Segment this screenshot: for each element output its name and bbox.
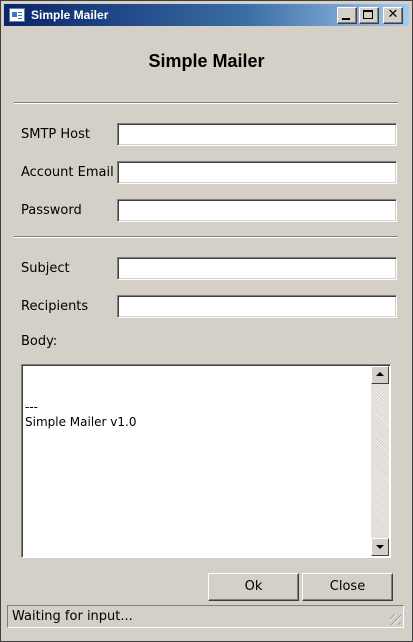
arrow-up-icon [376,372,384,376]
close-window-button[interactable]: ✕ [383,7,403,24]
scroll-up-button[interactable] [371,366,389,384]
window-title: Simple Mailer [31,8,109,22]
smtp-host-input[interactable] [117,123,397,146]
body-textarea[interactable]: --- Simple Mailer v1.0 [21,364,391,558]
status-bar: Waiting for input... [7,605,404,628]
account-email-input[interactable] [117,161,397,184]
title-bar[interactable]: Simple Mailer ✕ [4,4,409,26]
recipients-label: Recipients [21,299,89,314]
ok-button[interactable]: Ok [208,573,299,601]
scroll-down-button[interactable] [371,538,389,556]
account-email-label: Account Email [21,165,114,180]
body-label: Body: [21,334,58,349]
subject-input[interactable] [117,257,397,280]
status-text: Waiting for input... [12,609,133,624]
smtp-host-label: SMTP Host [21,127,90,142]
recipients-input[interactable] [117,295,397,318]
subject-label: Subject [21,261,70,276]
body-text[interactable]: --- Simple Mailer v1.0 [24,367,370,555]
minimize-button[interactable] [337,7,357,24]
password-input[interactable] [117,199,397,222]
body-scrollbar[interactable] [371,366,389,556]
page-title: Simple Mailer [148,51,265,71]
maximize-icon [363,10,373,19]
password-label: Password [21,203,82,218]
mailer-window: Simple Mailer ✕ Simple Mailer SMTP Host … [0,0,413,642]
close-button[interactable]: Close [302,573,393,601]
mail-app-icon [9,8,25,22]
arrow-down-icon [376,545,384,549]
close-icon: ✕ [387,7,399,22]
separator-top [14,102,398,104]
separator-middle [14,236,398,238]
resize-grip-icon[interactable] [390,614,401,625]
maximize-button[interactable] [359,7,379,24]
minimize-icon [342,18,350,20]
